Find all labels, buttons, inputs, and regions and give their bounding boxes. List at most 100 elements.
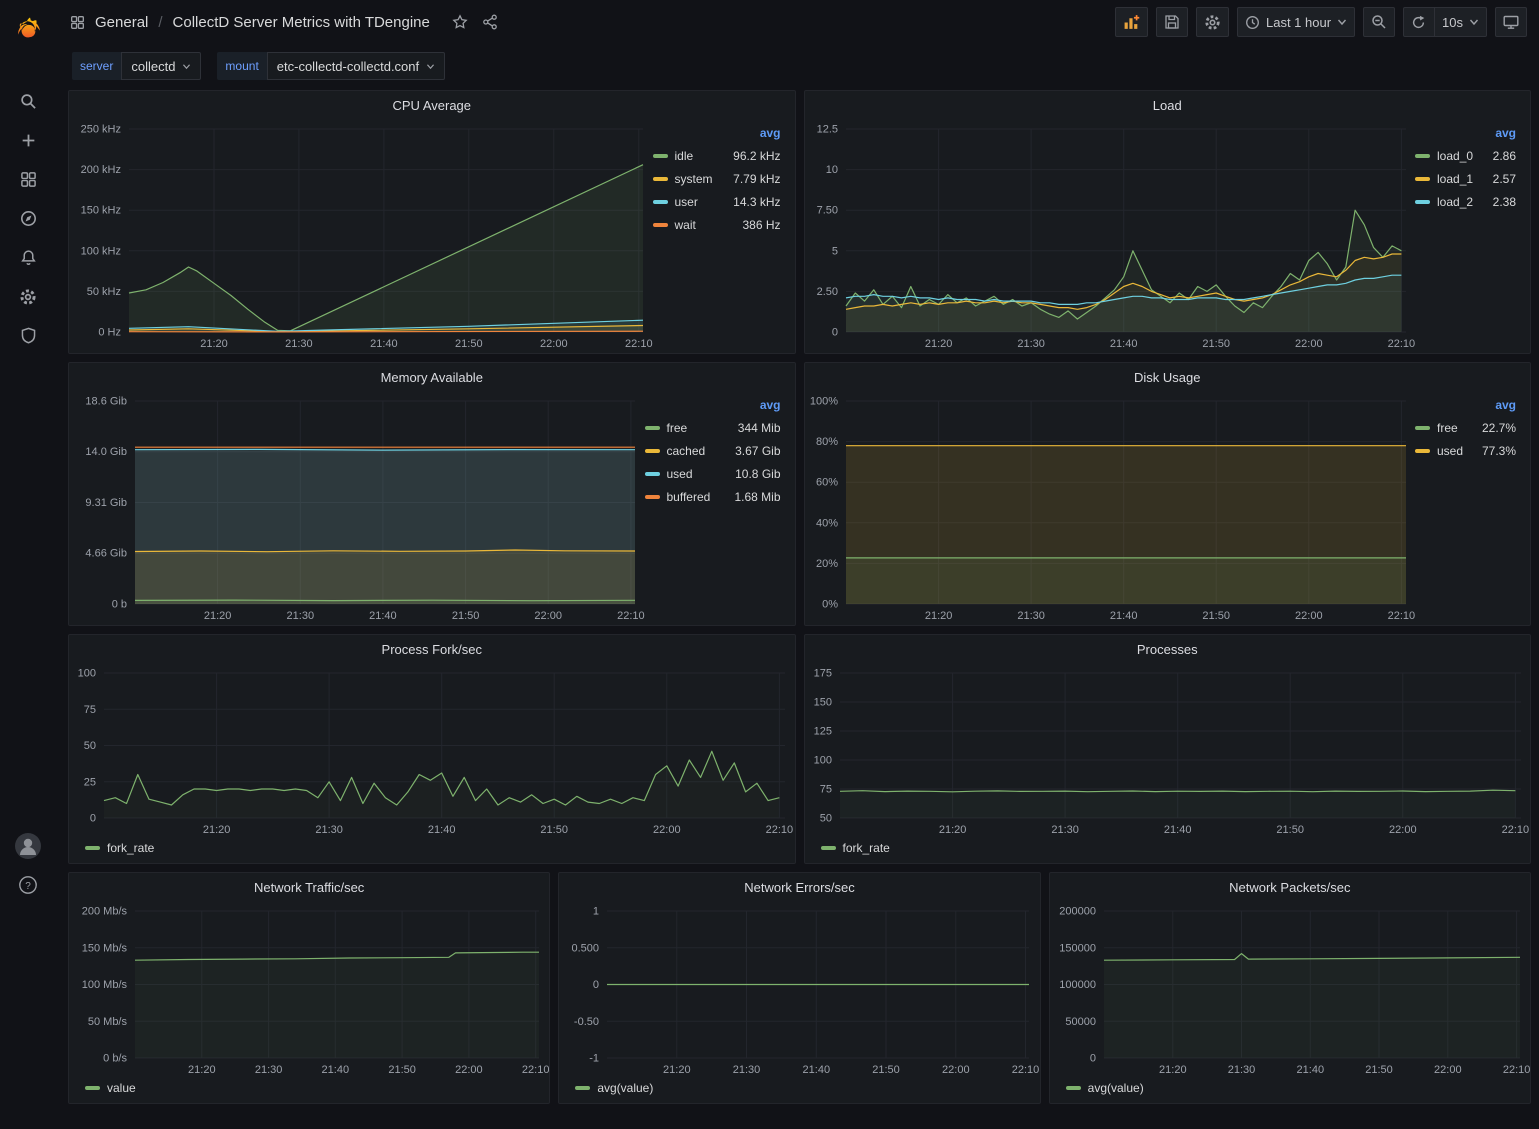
- dashboard-title[interactable]: CollectD Server Metrics with TDengine: [173, 14, 430, 31]
- panel-title[interactable]: Network Traffic/sec: [69, 873, 549, 901]
- legend-item-free[interactable]: free344 Mib: [645, 416, 781, 439]
- search-icon[interactable]: [0, 82, 56, 121]
- svg-text:100 Mb/s: 100 Mb/s: [82, 979, 128, 991]
- chart-canvas-network-traffic[interactable]: 0 b/s50 Mb/s100 Mb/s150 Mb/s200 Mb/s21:2…: [69, 901, 549, 1079]
- refresh-interval-button[interactable]: 10s: [1435, 7, 1487, 37]
- variable-server-value[interactable]: collectd: [121, 52, 201, 80]
- breadcrumb-folder[interactable]: General: [95, 14, 148, 31]
- explore-compass-icon[interactable]: [0, 199, 56, 238]
- panel-disk-usage: Disk Usage 0%20%40%60%80%100%21:2021:302…: [804, 362, 1532, 626]
- time-picker-button[interactable]: Last 1 hour: [1237, 7, 1355, 37]
- legend-item-load_1[interactable]: load_12.57: [1415, 167, 1516, 190]
- legend-avg-header[interactable]: avg: [1415, 395, 1516, 416]
- legend-item-avg(value)[interactable]: avg(value): [1066, 1081, 1144, 1095]
- chart-network-packets[interactable]: 05000010000015000020000021:2021:3021:402…: [1050, 901, 1530, 1079]
- legend-item-load_2[interactable]: load_22.38: [1415, 190, 1516, 213]
- legend-item-fork_rate[interactable]: fork_rate: [85, 841, 154, 855]
- svg-text:21:40: 21:40: [1109, 610, 1137, 622]
- panel-memory-available: Memory Available 0 b4.66 Gib9.31 Gib14.0…: [68, 362, 796, 626]
- add-panel-button[interactable]: [1115, 7, 1148, 37]
- star-icon[interactable]: [452, 14, 468, 30]
- panel-title[interactable]: Disk Usage: [805, 363, 1531, 391]
- chart-canvas-network-errors[interactable]: -1-0.5000.500121:2021:3021:4021:5022:002…: [559, 901, 1039, 1079]
- chart-process-fork[interactable]: 025507510021:2021:3021:4021:5022:0022:10: [69, 663, 795, 839]
- legend-series-name: user: [675, 195, 698, 209]
- svg-text:21:20: 21:20: [924, 338, 952, 350]
- legend-item-load_0[interactable]: load_02.86: [1415, 144, 1516, 167]
- legend-series-name: wait: [675, 218, 696, 232]
- server-admin-shield-icon[interactable]: [0, 316, 56, 355]
- help-icon[interactable]: ?: [0, 865, 56, 904]
- chart-canvas-processes[interactable]: 507510012515017521:2021:3021:4021:5022:0…: [805, 663, 1531, 839]
- refresh-button[interactable]: [1403, 7, 1435, 37]
- legend-item-used[interactable]: used10.8 Gib: [645, 462, 781, 485]
- chart-canvas-network-packets[interactable]: 05000010000015000020000021:2021:3021:402…: [1050, 901, 1530, 1079]
- chart-canvas-cpu-average[interactable]: 0 Hz50 kHz100 kHz150 kHz200 kHz250 kHz21…: [69, 119, 653, 353]
- panel-title[interactable]: Network Errors/sec: [559, 873, 1039, 901]
- chart-disk-usage[interactable]: 0%20%40%60%80%100%21:2021:3021:4021:5022…: [805, 391, 1416, 625]
- chart-canvas-disk-usage[interactable]: 0%20%40%60%80%100%21:2021:3021:4021:5022…: [805, 391, 1416, 625]
- legend-item-avg(value)[interactable]: avg(value): [575, 1081, 653, 1095]
- dashboard-settings-button[interactable]: [1196, 7, 1229, 37]
- chart-load[interactable]: 02.5057.501012.521:2021:3021:4021:5022:0…: [805, 119, 1416, 353]
- sidebar: ?: [0, 0, 56, 1129]
- legend-item-used[interactable]: used77.3%: [1415, 439, 1516, 462]
- variable-mount-value[interactable]: etc-collectd-collectd.conf: [267, 52, 445, 80]
- legend-item-system[interactable]: system7.79 kHz: [653, 167, 781, 190]
- svg-text:50: 50: [819, 813, 831, 825]
- save-dashboard-button[interactable]: [1156, 7, 1188, 37]
- legend-item-fork_rate[interactable]: fork_rate: [821, 841, 890, 855]
- clock-icon: [1245, 15, 1260, 30]
- series-swatch: [85, 846, 100, 850]
- panel-title[interactable]: Process Fork/sec: [69, 635, 795, 663]
- svg-text:21:20: 21:20: [200, 338, 228, 350]
- legend-avg-header[interactable]: avg: [645, 395, 781, 416]
- svg-text:50 Mb/s: 50 Mb/s: [88, 1016, 128, 1028]
- chart-canvas-process-fork[interactable]: 025507510021:2021:3021:4021:5022:0022:10: [69, 663, 795, 839]
- panel-title[interactable]: Load: [805, 91, 1531, 119]
- chart-cpu-average[interactable]: 0 Hz50 kHz100 kHz150 kHz200 kHz250 kHz21…: [69, 119, 653, 353]
- chart-canvas-memory-available[interactable]: 0 b4.66 Gib9.31 Gib14.0 Gib18.6 Gib21:20…: [69, 391, 645, 625]
- zoom-out-button[interactable]: [1363, 7, 1395, 37]
- breadcrumb-separator: /: [158, 14, 162, 31]
- legend-item-wait[interactable]: wait386 Hz: [653, 213, 781, 236]
- share-icon[interactable]: [482, 14, 498, 30]
- chart-processes[interactable]: 507510012515017521:2021:3021:4021:5022:0…: [805, 663, 1531, 839]
- svg-text:22:10: 22:10: [1501, 824, 1529, 836]
- panel-title[interactable]: Memory Available: [69, 363, 795, 391]
- tv-mode-button[interactable]: [1495, 7, 1527, 37]
- svg-text:0: 0: [90, 813, 96, 825]
- svg-text:21:30: 21:30: [1017, 338, 1045, 350]
- chart-network-errors[interactable]: -1-0.5000.500121:2021:3021:4021:5022:002…: [559, 901, 1039, 1079]
- dashboards-grid-icon[interactable]: [0, 160, 56, 199]
- legend-item-idle[interactable]: idle96.2 kHz: [653, 144, 781, 167]
- legend-item-value[interactable]: value: [85, 1081, 136, 1095]
- legend: avgfree22.7%used77.3%: [1415, 391, 1530, 625]
- legend-item-buffered[interactable]: buffered1.68 Mib: [645, 485, 781, 508]
- series-swatch: [1415, 426, 1430, 430]
- svg-text:22:00: 22:00: [455, 1064, 483, 1076]
- series-swatch: [85, 1086, 100, 1090]
- chart-memory-available[interactable]: 0 b4.66 Gib9.31 Gib14.0 Gib18.6 Gib21:20…: [69, 391, 645, 625]
- panel-title[interactable]: CPU Average: [69, 91, 795, 119]
- legend-avg-header[interactable]: avg: [653, 123, 781, 144]
- legend-series-name: load_1: [1437, 172, 1473, 186]
- user-avatar[interactable]: [0, 826, 56, 865]
- svg-text:175: 175: [813, 668, 831, 680]
- chart-canvas-load[interactable]: 02.5057.501012.521:2021:3021:4021:5022:0…: [805, 119, 1416, 353]
- grafana-logo-icon[interactable]: [0, 8, 56, 52]
- create-plus-icon[interactable]: [0, 121, 56, 160]
- svg-text:22:00: 22:00: [1389, 824, 1417, 836]
- legend-item-free[interactable]: free22.7%: [1415, 416, 1516, 439]
- svg-text:21:40: 21:40: [1109, 338, 1137, 350]
- legend-series-name: value: [107, 1081, 136, 1095]
- alerting-bell-icon[interactable]: [0, 238, 56, 277]
- legend-avg-header[interactable]: avg: [1415, 123, 1516, 144]
- configuration-gear-icon[interactable]: [0, 277, 56, 316]
- svg-text:9.31 Gib: 9.31 Gib: [85, 497, 127, 509]
- panel-title[interactable]: Processes: [805, 635, 1531, 663]
- legend-item-user[interactable]: user14.3 kHz: [653, 190, 781, 213]
- chart-network-traffic[interactable]: 0 b/s50 Mb/s100 Mb/s150 Mb/s200 Mb/s21:2…: [69, 901, 549, 1079]
- legend-item-cached[interactable]: cached3.67 Gib: [645, 439, 781, 462]
- panel-title[interactable]: Network Packets/sec: [1050, 873, 1530, 901]
